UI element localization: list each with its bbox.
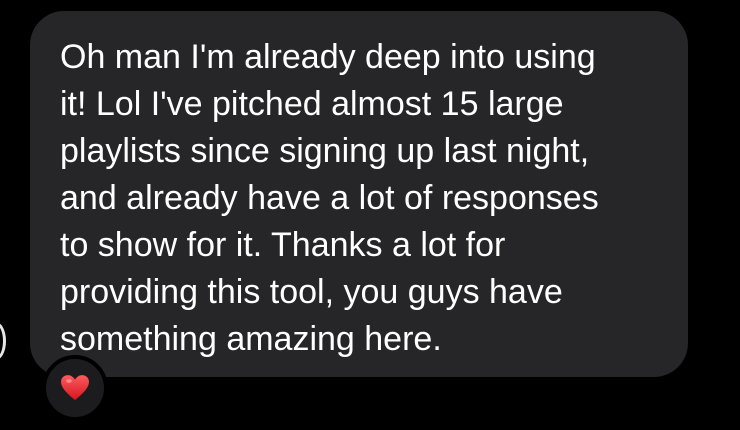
message-line: playlists since signing up last night, xyxy=(60,132,590,170)
message-line: to show for it. Thanks a lot for xyxy=(60,226,506,264)
message-line: Oh man I'm already deep into using xyxy=(60,38,596,76)
heart-icon xyxy=(61,375,89,401)
message-line: something amazing here. xyxy=(60,320,442,358)
message-line: providing this tool, you guys have xyxy=(60,273,563,311)
heart-reaction[interactable] xyxy=(42,355,108,421)
sender-avatar[interactable] xyxy=(0,322,6,360)
message-line: it! Lol I've pitched almost 15 large xyxy=(60,85,564,123)
message-text: Oh man I'm already deep into using it! L… xyxy=(60,34,668,363)
message-bubble[interactable]: Oh man I'm already deep into using it! L… xyxy=(30,11,688,377)
chat-area: Oh man I'm already deep into using it! L… xyxy=(0,0,740,430)
message-line: and already have a lot of responses xyxy=(60,179,599,217)
